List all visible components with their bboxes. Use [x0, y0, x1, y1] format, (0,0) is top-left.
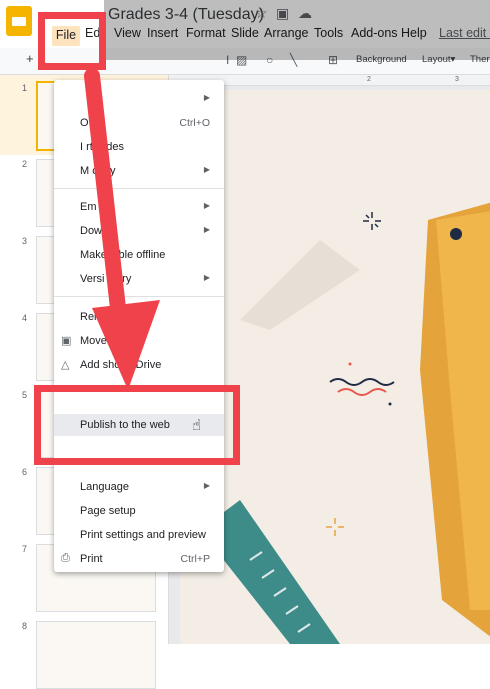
annotation-arrow	[84, 68, 160, 390]
annotation-frame-file	[38, 12, 106, 70]
annotation-frame-publish	[34, 385, 240, 465]
